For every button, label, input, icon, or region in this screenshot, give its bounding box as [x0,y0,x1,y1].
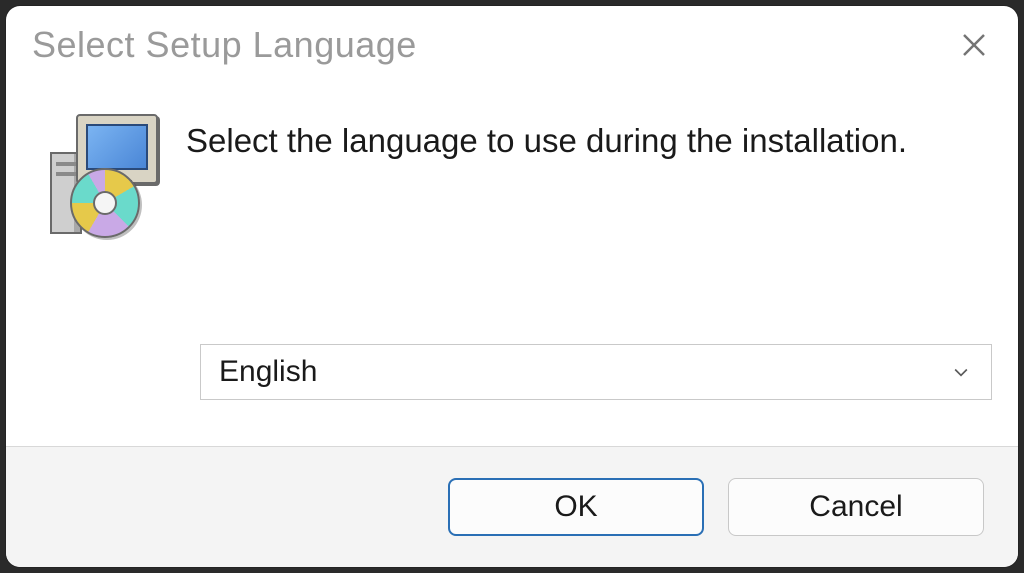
installer-icon-wrap [46,114,186,234]
dialog-body: Select the language to use during the in… [6,84,1018,446]
language-select-value: English [219,355,317,389]
cancel-button[interactable]: Cancel [728,478,984,536]
ok-button-label: OK [554,490,597,524]
cancel-button-label: Cancel [809,490,902,524]
installer-icon [46,114,158,234]
close-icon [959,30,989,60]
title-bar: Select Setup Language [6,6,1018,84]
close-button[interactable] [952,23,996,67]
chevron-down-icon [947,358,975,386]
dialog-footer: OK Cancel [6,446,1018,567]
language-row: English [200,344,984,400]
instruction-text: Select the language to use during the in… [186,114,907,161]
ok-button[interactable]: OK [448,478,704,536]
dialog-window: Select Setup Language Select the languag… [6,6,1018,567]
instruction-row: Select the language to use during the in… [46,114,984,234]
window-title: Select Setup Language [32,24,952,66]
language-select[interactable]: English [200,344,992,400]
